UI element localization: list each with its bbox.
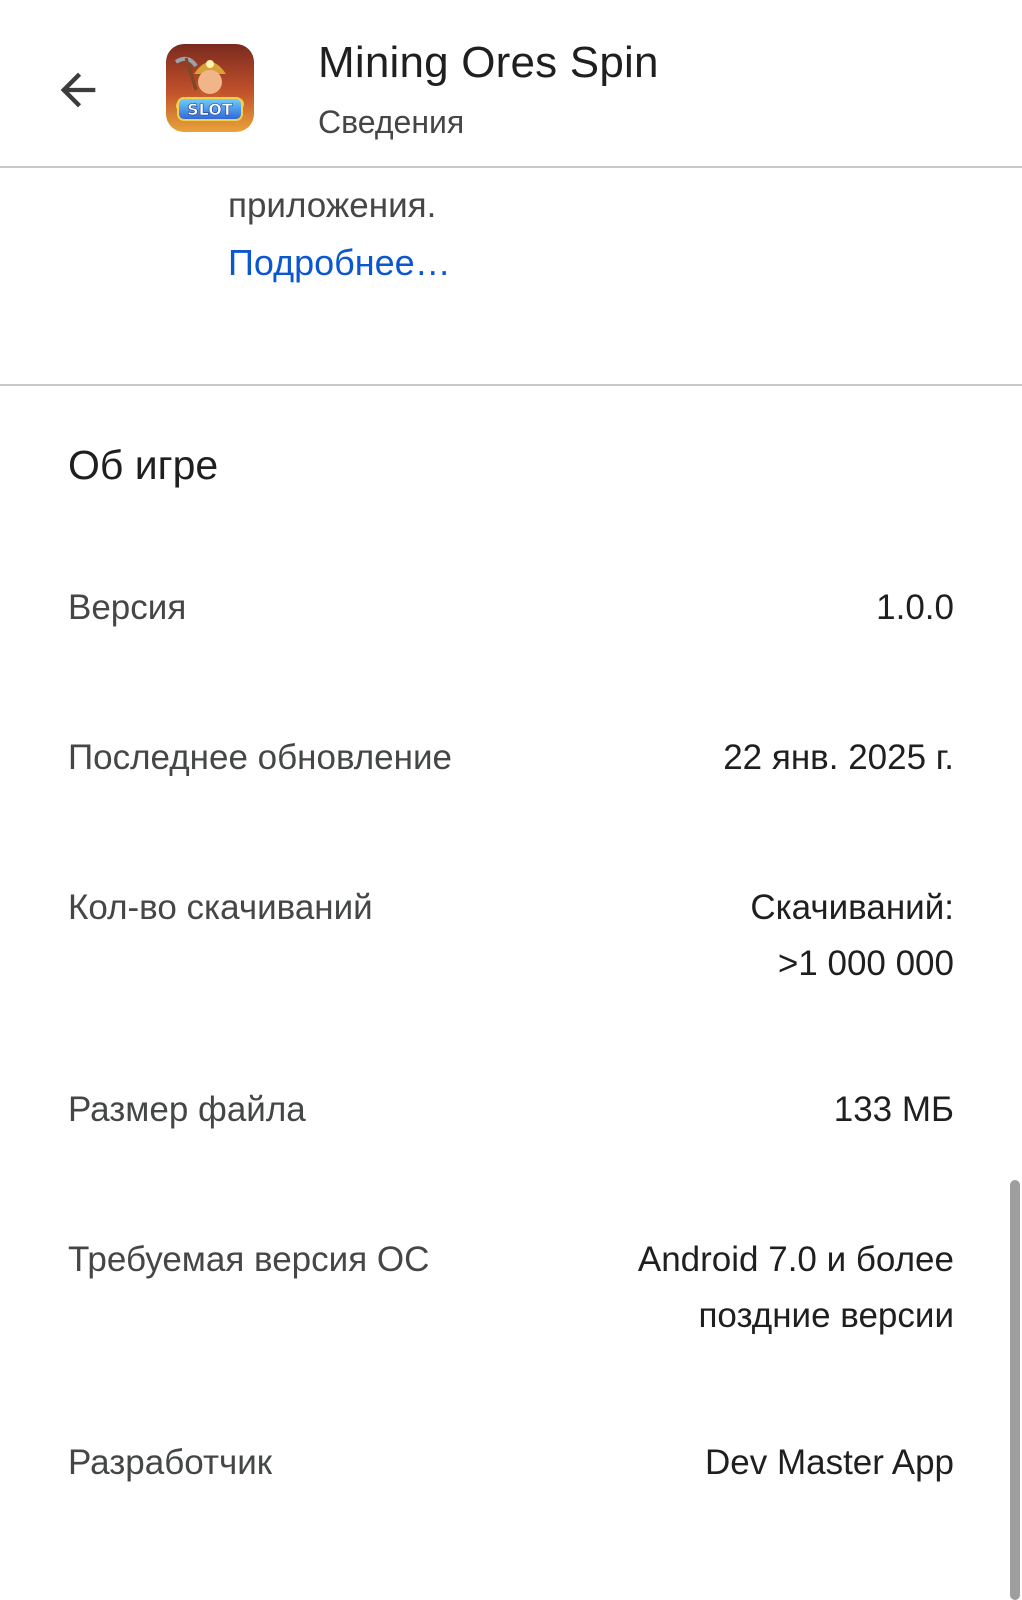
- section-divider: [0, 384, 1022, 386]
- arrow-back-icon: [60, 72, 96, 108]
- downloads-value: Скачиваний: >1 000 000: [750, 888, 954, 983]
- last-update-value: 22 янв. 2025 г.: [723, 738, 954, 777]
- version-label: Версия: [68, 588, 187, 627]
- read-more-link[interactable]: Подробнее…: [228, 242, 451, 284]
- app-icon: SLOT: [166, 44, 254, 132]
- last-update-label: Последнее обновление: [68, 738, 452, 777]
- svg-text:SLOT: SLOT: [187, 100, 233, 119]
- file-size-value: 133 МБ: [833, 1090, 954, 1129]
- downloads-label: Кол-во скачиваний: [68, 888, 373, 927]
- about-game-title: Об игре: [68, 442, 219, 488]
- developer-label: Разработчик: [68, 1443, 273, 1482]
- version-value: 1.0.0: [876, 588, 954, 627]
- required-os-value: Android 7.0 и более поздние версии: [637, 1240, 954, 1335]
- scrollbar[interactable]: [1010, 1180, 1020, 1600]
- required-os-label: Требуемая версия ОС: [68, 1240, 430, 1279]
- page-subtitle: Сведения: [318, 104, 465, 140]
- description-text: приложения.: [228, 186, 437, 225]
- top-app-bar: SLOT Mining Ores Spin Сведения: [0, 0, 1022, 168]
- app-title: Mining Ores Spin: [318, 38, 659, 87]
- developer-value: Dev Master App: [705, 1443, 954, 1482]
- back-button[interactable]: [46, 58, 110, 122]
- file-size-label: Размер файла: [68, 1090, 306, 1129]
- app-details-page: SLOT Mining Ores Spin Сведения приложени…: [0, 0, 1022, 1600]
